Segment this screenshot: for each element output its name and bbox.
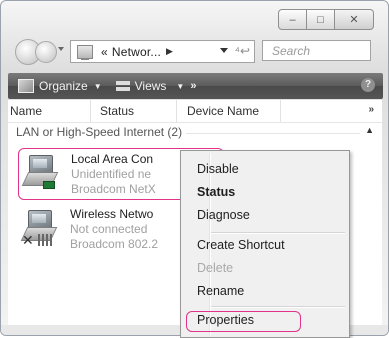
search-input[interactable]: Search	[262, 40, 371, 61]
close-icon: ✕	[349, 14, 359, 26]
context-menu: Disable Status Diagnose Create Shortcut …	[180, 150, 350, 338]
connection-device: Broadcom NetX	[71, 182, 156, 196]
menu-item-delete: Delete	[197, 261, 234, 275]
connection-device: Broadcom 802.2	[70, 237, 159, 251]
wireless-adapter-icon: ✕	[20, 210, 58, 248]
menu-item-rename[interactable]: Rename	[197, 280, 244, 302]
signal-bars-icon	[38, 234, 52, 246]
toolbar-overflow-button[interactable]: »	[190, 80, 196, 92]
maximize-icon: □	[317, 13, 324, 26]
forward-button[interactable]	[35, 41, 57, 63]
caption-buttons: – □ ✕	[278, 9, 374, 30]
breadcrumb-prefix[interactable]: «	[101, 45, 108, 59]
connection-status: Not connected	[70, 222, 148, 236]
organize-icon	[18, 79, 34, 93]
chevron-down-icon: ▼	[93, 81, 102, 91]
group-header[interactable]: LAN or High-Speed Internet (2) ▲	[8, 124, 382, 142]
address-bar[interactable]: « Networ... ▶ ⁴↩	[70, 40, 255, 63]
column-divider[interactable]	[176, 100, 177, 122]
connection-name: Local Area Con	[71, 152, 154, 166]
group-label: LAN or High-Speed Internet (2)	[16, 125, 187, 139]
breadcrumb-arrow-icon[interactable]: ▶	[166, 46, 173, 57]
connection-details: Local Area Con Unidentified ne Broadcom …	[71, 152, 156, 197]
minimize-icon: –	[289, 13, 296, 26]
column-header-status[interactable]: Status	[100, 104, 134, 118]
menu-item-diagnose[interactable]: Diagnose	[197, 204, 250, 226]
more-columns-icon[interactable]: »	[368, 104, 374, 115]
views-button[interactable]: Views ▼	[115, 79, 185, 93]
organize-label: Organize	[39, 79, 88, 93]
column-divider[interactable]	[280, 100, 281, 122]
column-divider[interactable]	[90, 100, 91, 122]
ethernet-plug-icon	[43, 181, 55, 189]
column-header-name[interactable]: Name	[10, 104, 42, 118]
address-dropdown-icon[interactable]	[220, 48, 228, 53]
organize-button[interactable]: Organize ▼	[18, 79, 102, 93]
connection-status: Unidentified ne	[71, 167, 152, 181]
breadcrumb-path[interactable]: Networ...	[112, 45, 161, 59]
maximize-button[interactable]: □	[307, 9, 335, 30]
menu-item-disable[interactable]: Disable	[197, 158, 239, 180]
views-icon	[115, 81, 130, 91]
menu-item-status[interactable]: Status	[197, 181, 235, 203]
network-connections-icon	[77, 44, 93, 60]
views-label: Views	[134, 79, 167, 93]
connection-details: Wireless Netwo Not connected Broadcom 80…	[70, 207, 158, 252]
menu-item-create-shortcut[interactable]: Create Shortcut	[197, 234, 285, 256]
chevron-down-icon: ▼	[176, 81, 185, 91]
close-button[interactable]: ✕	[335, 9, 374, 30]
column-headers: Name Status Device Name »	[8, 100, 382, 123]
network-adapter-icon	[21, 155, 59, 189]
collapse-group-icon[interactable]: ▲	[365, 125, 374, 135]
refresh-icon[interactable]: ⁴↩	[235, 44, 250, 58]
menu-separator	[211, 306, 345, 308]
recent-pages-dropdown-icon[interactable]	[58, 47, 64, 51]
disconnected-x-icon: ✕	[22, 232, 34, 248]
command-toolbar: Organize ▼ Views ▼ » ?	[8, 73, 383, 99]
help-icon[interactable]: ?	[361, 78, 375, 92]
properties-highlight	[186, 311, 301, 332]
column-header-device-name[interactable]: Device Name	[187, 104, 259, 118]
connection-name: Wireless Netwo	[70, 207, 154, 221]
navigation-row: « Networ... ▶ ⁴↩ Search	[15, 37, 374, 65]
network-connections-window: – □ ✕ « Networ... ▶ ⁴↩ Search Organize ▼	[0, 0, 389, 338]
minimize-button[interactable]: –	[278, 9, 307, 30]
